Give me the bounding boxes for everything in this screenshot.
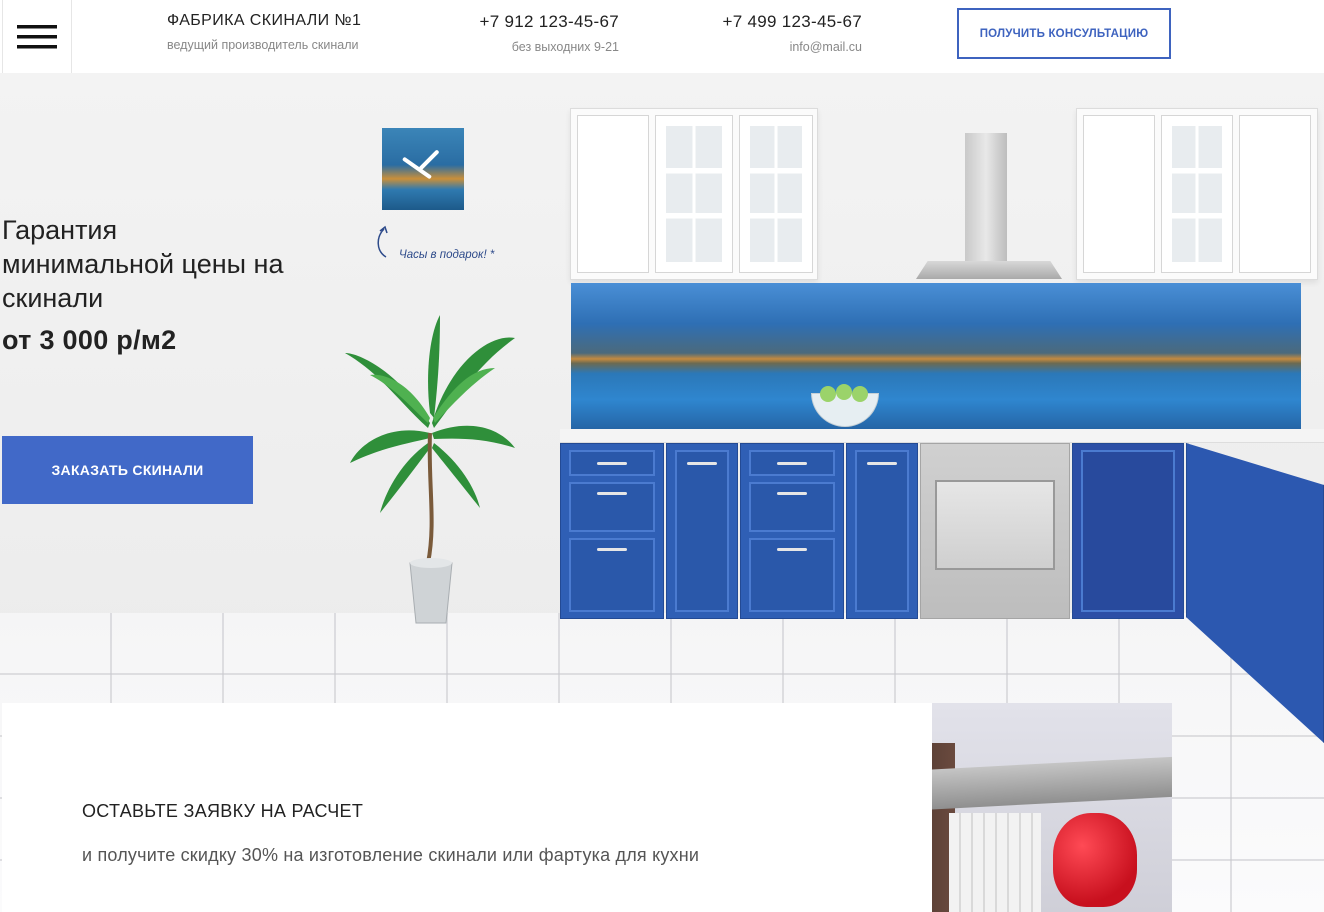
working-hours: без выходних 9-21 — [511, 40, 619, 54]
handle — [597, 462, 627, 465]
cabinet-glass — [750, 126, 802, 262]
email-link[interactable]: info@mail.cu — [723, 40, 862, 54]
gift-note: Часы в подарок! * — [399, 249, 495, 261]
handle — [597, 548, 627, 551]
hamburger-menu-icon — [17, 24, 57, 48]
site-header: ФАБРИКА СКИНАЛИ №1 ведущий производитель… — [0, 0, 1324, 73]
raspberry — [1053, 813, 1137, 907]
phone-number-2[interactable]: +7 499 123-45-67 — [723, 12, 863, 32]
clock-hand — [418, 149, 440, 171]
apple — [820, 386, 836, 402]
lower-cabinet-corner — [1186, 443, 1324, 743]
countertop — [560, 429, 1324, 443]
drawer — [569, 450, 655, 476]
cabinet-door — [1083, 115, 1155, 273]
lower-cabinet — [560, 443, 664, 619]
photo-towel — [949, 813, 1041, 912]
cabinet-door-glass — [655, 115, 733, 273]
oven-window — [935, 480, 1055, 570]
contact-phone-1: +7 912 123-45-67 без выходних 9-21 — [480, 12, 620, 54]
apple — [836, 384, 852, 400]
drawer — [569, 538, 655, 612]
hamburger-menu-button[interactable] — [2, 0, 72, 73]
oven — [920, 443, 1070, 619]
lower-cabinet — [666, 443, 738, 619]
brand-subtitle: ведущий производитель скинали — [167, 38, 359, 52]
hero-text-block: Гарантия минимальной цены на скинали от … — [2, 213, 292, 356]
lead-title: ОСТАВЬТЕ ЗАЯВКУ НА РАСЧЕТ — [82, 801, 364, 821]
lead-subtitle: и получите скидку 30% на изготовление ск… — [82, 845, 700, 865]
cabinet-door — [675, 450, 729, 612]
cabinet-glass — [666, 126, 722, 262]
gift-clock-image — [382, 128, 464, 210]
cabinet-door — [1081, 450, 1175, 612]
cabinet-glass — [1172, 126, 1222, 262]
drawer — [749, 482, 835, 532]
brand-block: ФАБРИКА СКИНАЛИ №1 ведущий производитель… — [167, 12, 361, 52]
order-skinali-button[interactable]: ЗАКАЗАТЬ СКИНАЛИ — [2, 436, 253, 504]
apple — [852, 386, 868, 402]
get-consultation-button[interactable]: ПОЛУЧИТЬ КОНСУЛЬТАЦИЮ — [957, 8, 1171, 59]
phone-number-1[interactable]: +7 912 123-45-67 — [480, 12, 620, 32]
cabinet-door-glass — [1161, 115, 1233, 273]
lower-cabinet — [740, 443, 844, 619]
hero-title: Гарантия минимальной цены на скинали — [2, 215, 284, 313]
brand-title: ФАБРИКА СКИНАЛИ №1 — [167, 12, 362, 29]
cabinet-door — [1239, 115, 1311, 273]
range-hood — [916, 261, 1062, 279]
handle — [777, 492, 807, 495]
cabinet-door — [577, 115, 649, 273]
cabinet-door — [855, 450, 909, 612]
skinali-backsplash — [571, 283, 1301, 429]
handle — [597, 492, 627, 495]
cabinet-door-glass — [739, 115, 813, 273]
plant-illustration — [345, 315, 515, 624]
upper-cabinet-right — [1076, 108, 1318, 280]
contact-phone-2: +7 499 123-45-67 info@mail.cu — [723, 12, 863, 54]
handle — [687, 462, 717, 465]
lower-cabinet — [1072, 443, 1184, 619]
handle — [867, 462, 897, 465]
handle — [777, 548, 807, 551]
lead-form-section: ОСТАВЬТЕ ЗАЯВКУ НА РАСЧЕТ и получите ски… — [2, 703, 932, 912]
drawer — [749, 450, 835, 476]
lower-cabinet — [846, 443, 918, 619]
hood-chimney — [965, 133, 1007, 263]
curved-arrow-icon — [377, 225, 388, 258]
upper-cabinet-left — [570, 108, 818, 280]
handle — [777, 462, 807, 465]
kitchen-image — [558, 103, 1324, 743]
drawer — [569, 482, 655, 532]
drawer — [749, 538, 835, 612]
hero-price: от 3 000 р/м2 — [2, 325, 177, 355]
